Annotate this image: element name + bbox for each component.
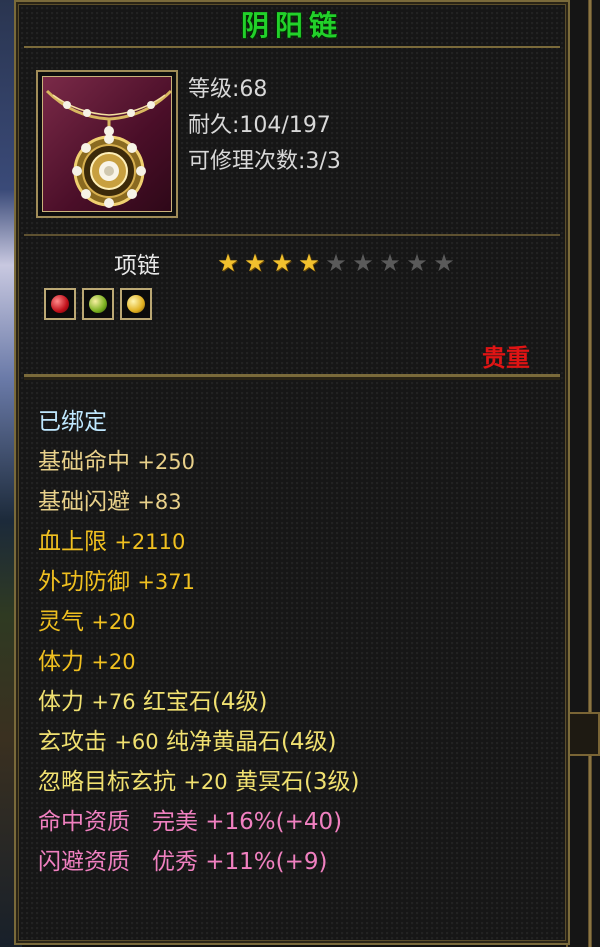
attribute-label: 基础命中 bbox=[38, 449, 130, 475]
divider bbox=[24, 374, 560, 377]
attribute-value: +250 bbox=[137, 450, 195, 474]
item-tooltip-panel: 阴阳链 等级:68 耐久:104/197 可修理次数:3/3 项链 ★ ★ ★ … bbox=[14, 0, 570, 945]
attribute-label: 血上限 bbox=[38, 529, 107, 555]
star-empty-icon: ★ bbox=[406, 249, 428, 277]
divider bbox=[24, 234, 560, 236]
star-empty-icon: ★ bbox=[379, 249, 401, 277]
attribute-value: +20 bbox=[91, 650, 136, 674]
green-gem-icon bbox=[89, 295, 107, 313]
attribute-label: 外功防御 bbox=[38, 569, 130, 595]
attribute-line: 闪避资质 优秀 +11%(+9) bbox=[38, 842, 360, 882]
background-right-strip bbox=[566, 0, 600, 947]
rarity-label: 贵重 bbox=[482, 344, 530, 372]
necklace-icon bbox=[42, 76, 173, 212]
level-text: 等级:68 bbox=[188, 77, 268, 102]
bound-status: 已绑定 bbox=[38, 409, 107, 435]
attribute-value: +20 bbox=[183, 770, 228, 794]
attribute-value: 完美 bbox=[151, 809, 198, 835]
attribute-label: 体力 bbox=[38, 689, 84, 715]
attribute-label: 忽略目标玄抗 bbox=[38, 769, 176, 795]
attribute-line: 体力 +76 红宝石(4级) bbox=[38, 682, 360, 722]
attribute-line: 基础闪避 +83 bbox=[38, 482, 360, 522]
gem-source: 纯净黄晶石(4级) bbox=[165, 729, 337, 755]
attribute-label: 玄攻击 bbox=[38, 729, 107, 755]
attribute-value: +20 bbox=[91, 610, 136, 634]
star-empty-icon: ★ bbox=[352, 249, 374, 277]
attribute-label: 体力 bbox=[38, 649, 84, 675]
frame-notch bbox=[566, 712, 600, 756]
attribute-value: +371 bbox=[137, 570, 195, 594]
gem-slots bbox=[44, 288, 152, 320]
attribute-line: 基础命中 +250 bbox=[38, 442, 360, 482]
attribute-line: 外功防御 +371 bbox=[38, 562, 360, 602]
item-basic-stats: 等级:68 耐久:104/197 可修理次数:3/3 bbox=[188, 72, 341, 180]
attribute-value: +83 bbox=[137, 490, 182, 514]
star-empty-icon: ★ bbox=[433, 249, 455, 277]
attribute-label: 命中资质 bbox=[38, 809, 130, 835]
aptitude-bonus: +11%(+9) bbox=[205, 849, 328, 875]
attribute-label: 闪避资质 bbox=[38, 849, 130, 875]
attribute-value: 优秀 bbox=[151, 849, 198, 875]
durability-text: 耐久:104/197 bbox=[188, 113, 331, 138]
attribute-line: 血上限 +2110 bbox=[38, 522, 360, 562]
attribute-label: 基础闪避 bbox=[38, 489, 130, 515]
title-bar: 阴阳链 bbox=[24, 2, 560, 48]
item-icon-frame bbox=[36, 70, 178, 218]
gem-source: 黄冥石(3级) bbox=[234, 769, 360, 795]
scroll-rail bbox=[588, 0, 592, 947]
attribute-label: 灵气 bbox=[38, 609, 84, 635]
star-filled-icon: ★ bbox=[244, 249, 266, 277]
repair-count-text: 可修理次数:3/3 bbox=[188, 149, 341, 174]
star-empty-icon: ★ bbox=[325, 249, 347, 277]
star-rating: ★ ★ ★ ★ ★ ★ ★ ★ ★ bbox=[216, 250, 456, 276]
attribute-line: 忽略目标玄抗 +20 黄冥石(3级) bbox=[38, 762, 360, 802]
gem-slot bbox=[44, 288, 76, 320]
attribute-line: 玄攻击 +60 纯净黄晶石(4级) bbox=[38, 722, 360, 762]
attribute-list: 已绑定 基础命中 +250 基础闪避 +83 血上限 +2110 外功防御 +371 灵… bbox=[38, 402, 360, 882]
red-gem-icon bbox=[51, 295, 69, 313]
yellow-gem-icon bbox=[127, 295, 145, 313]
star-filled-icon: ★ bbox=[217, 249, 239, 277]
aptitude-bonus: +16%(+40) bbox=[205, 809, 343, 835]
gem-source: 红宝石(4级) bbox=[142, 689, 268, 715]
attribute-value: +2110 bbox=[114, 530, 186, 554]
item-type-label: 项链 bbox=[114, 253, 160, 279]
attribute-line: 体力 +20 bbox=[38, 642, 360, 682]
attribute-value: +76 bbox=[91, 690, 136, 714]
gem-slot bbox=[120, 288, 152, 320]
attribute-value: +60 bbox=[114, 730, 159, 754]
star-filled-icon: ★ bbox=[271, 249, 293, 277]
gem-slot bbox=[82, 288, 114, 320]
item-name: 阴阳链 bbox=[240, 9, 343, 42]
star-filled-icon: ★ bbox=[298, 249, 320, 277]
attribute-line: 灵气 +20 bbox=[38, 602, 360, 642]
attribute-line: 命中资质 完美 +16%(+40) bbox=[38, 802, 360, 842]
